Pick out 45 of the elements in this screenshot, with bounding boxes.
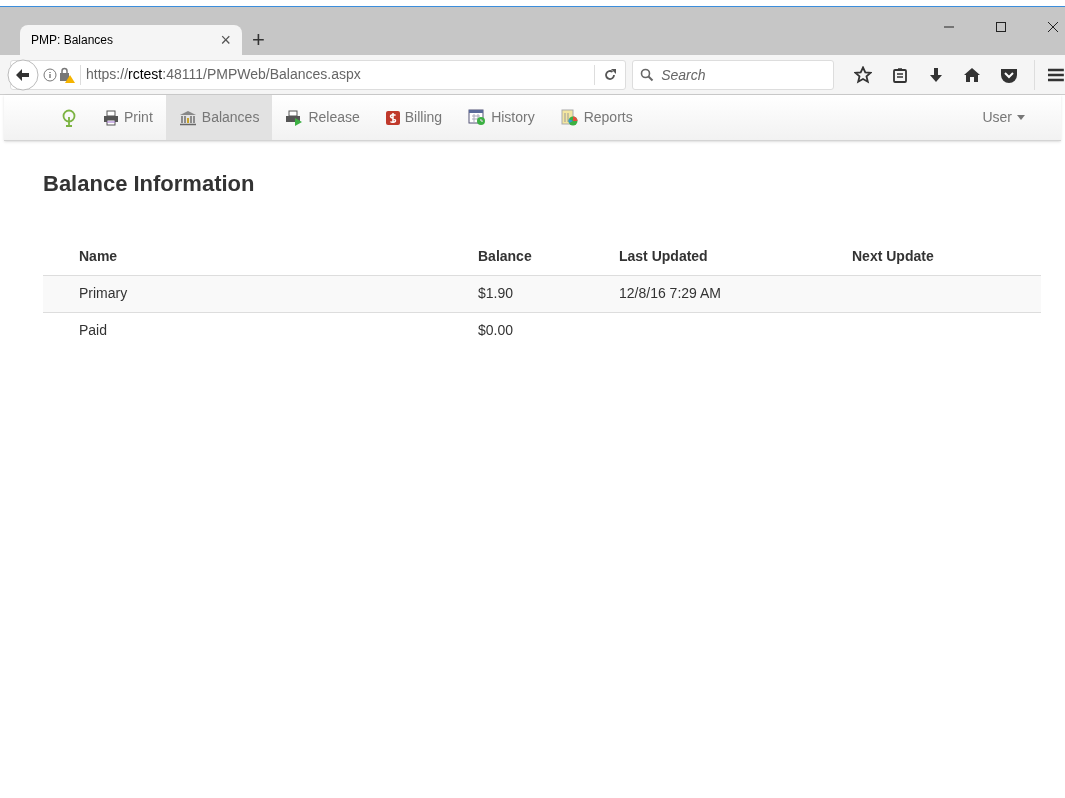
nav-tab[interactable]: Balances: [165, 95, 273, 140]
back-icon[interactable]: [7, 58, 39, 91]
clipboard-icon[interactable]: [892, 66, 909, 83]
printer-play-icon: [285, 109, 304, 126]
column-header: Balance: [478, 238, 619, 275]
chart-icon: [560, 109, 579, 126]
column-header: Name: [43, 238, 478, 275]
nav-tab[interactable]: Print: [90, 95, 166, 140]
table-cell: $1.90: [478, 285, 514, 301]
search-icon: [640, 67, 655, 82]
maximize-icon[interactable]: [995, 21, 1007, 33]
search-field[interactable]: Search: [632, 59, 835, 90]
menu-icon[interactable]: [1047, 66, 1065, 83]
dollar-icon: [385, 110, 400, 125]
nav-tab[interactable]: Reports: [547, 95, 646, 140]
user-menu[interactable]: User: [982, 95, 1061, 140]
browser-tab[interactable]: PMP: Balances ×: [20, 25, 242, 55]
table-cell: Primary: [79, 285, 128, 301]
caret-icon: [1017, 115, 1025, 120]
star-icon[interactable]: [854, 65, 873, 84]
close-icon[interactable]: [1047, 21, 1059, 33]
new-tab-button[interactable]: +: [252, 29, 265, 51]
nav-tab[interactable]: Billing: [372, 95, 456, 140]
table-cell: Paid: [79, 322, 108, 339]
nav-tab[interactable]: Release: [272, 95, 373, 140]
calendar-clock-icon: [468, 109, 487, 126]
pocket-icon[interactable]: [1000, 66, 1019, 83]
printer-icon: [103, 109, 119, 126]
lock-warning-icon[interactable]: [59, 66, 75, 83]
url-bar[interactable]: https://rctest:48111/PMPWeb/Balances.aspx: [10, 59, 627, 90]
url-text: https://rctest:48111/PMPWeb/Balances.aspx: [86, 65, 362, 84]
close-tab-button[interactable]: ×: [220, 31, 231, 49]
nav-tab[interactable]: History: [455, 95, 548, 140]
tree-icon: [61, 108, 77, 127]
column-header: Next Update: [852, 238, 1041, 275]
info-icon[interactable]: [43, 67, 57, 82]
page-heading: Balance Information: [43, 170, 256, 198]
table-cell: $0.00: [478, 322, 514, 339]
table-cell: 12/8/16 7:29 AM: [619, 285, 721, 301]
bank-icon: [178, 109, 197, 126]
home-icon[interactable]: [964, 66, 981, 83]
tab-title: PMP: Balances: [31, 32, 115, 49]
reload-icon[interactable]: [603, 67, 618, 82]
column-header: Last Updated: [619, 238, 852, 275]
download-icon[interactable]: [928, 66, 945, 83]
